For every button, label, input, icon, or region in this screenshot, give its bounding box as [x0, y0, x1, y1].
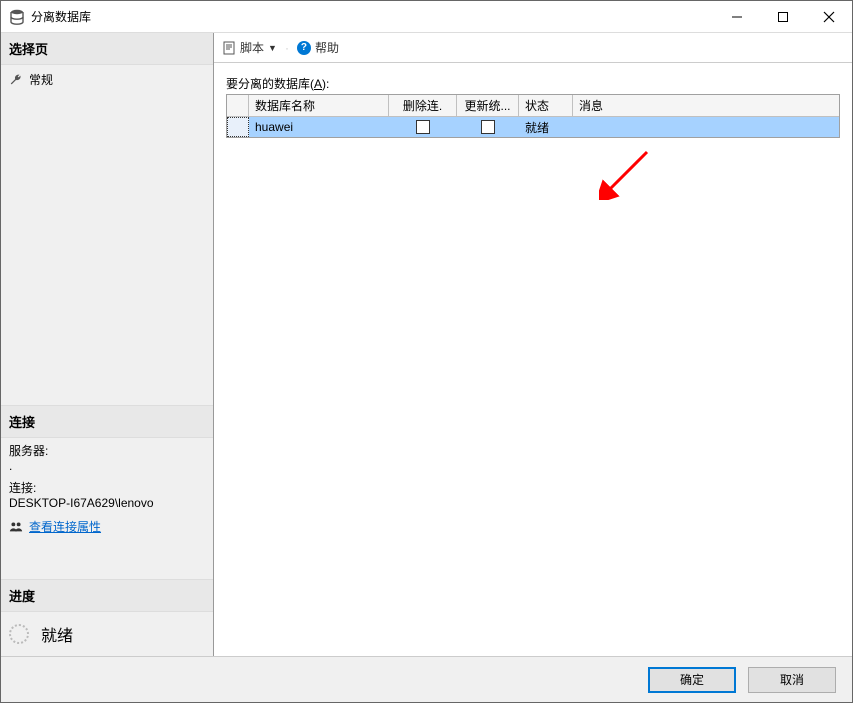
toolbar-separator: · — [285, 41, 289, 55]
sidebar-item-general[interactable]: 常规 — [9, 69, 205, 90]
section-label-pre: 要分离的数据库( — [226, 77, 314, 91]
sidebar-filler — [1, 94, 213, 405]
help-icon: ? — [297, 41, 311, 55]
progress-header: 进度 — [1, 579, 213, 612]
databases-grid: 数据库名称 删除连. 更新统... 状态 消息 huawei 就绪 — [226, 94, 840, 138]
cancel-button[interactable]: 取消 — [748, 667, 836, 693]
table-row[interactable]: huawei 就绪 — [227, 117, 839, 137]
content-area: 选择页 常规 连接 服务器: . 连接: DESKTOP-I67A629\len… — [1, 33, 852, 656]
script-dropdown-icon[interactable]: ▼ — [268, 43, 277, 53]
progress-spinner-icon — [9, 624, 29, 644]
close-button[interactable] — [806, 1, 852, 33]
window-title: 分离数据库 — [31, 8, 91, 25]
connection-header: 连接 — [1, 405, 213, 438]
select-page-header: 选择页 — [1, 33, 213, 65]
section-label-key: A — [314, 77, 322, 91]
cell-delete-conn — [389, 117, 457, 137]
connection-label: 连接: — [9, 479, 205, 496]
select-page-body: 常规 — [1, 65, 213, 94]
sidebar-gap — [1, 539, 213, 579]
connection-value: DESKTOP-I67A629\lenovo — [9, 496, 205, 510]
script-icon — [222, 41, 236, 55]
progress-status: 就绪 — [41, 622, 73, 646]
script-button[interactable]: 脚本 — [240, 39, 264, 56]
main-body: 要分离的数据库(A): 数据库名称 删除连. 更新统... 状态 消息 huaw… — [214, 63, 852, 656]
ok-button[interactable]: 确定 — [648, 667, 736, 693]
people-icon — [9, 520, 23, 534]
server-field: 服务器: . — [9, 442, 205, 473]
dialog-footer: 确定 取消 — [1, 656, 852, 702]
delete-conn-checkbox[interactable] — [416, 120, 430, 134]
cell-db-name: huawei — [249, 117, 389, 137]
row-header-cell — [227, 95, 249, 116]
row-selector[interactable] — [227, 117, 249, 137]
col-header-update-stat[interactable]: 更新统... — [457, 95, 519, 116]
annotation-arrow — [599, 150, 649, 200]
minimize-button[interactable] — [714, 1, 760, 33]
cell-message — [573, 117, 839, 137]
database-icon — [9, 9, 25, 25]
view-props-link[interactable]: 查看连接属性 — [29, 518, 101, 535]
sidebar: 选择页 常规 连接 服务器: . 连接: DESKTOP-I67A629\len… — [1, 33, 214, 656]
help-button[interactable]: 帮助 — [315, 39, 339, 56]
connection-body: 服务器: . 连接: DESKTOP-I67A629\lenovo 查看连接属性 — [1, 438, 213, 539]
server-label: 服务器: — [9, 442, 205, 459]
titlebar: 分离数据库 — [1, 1, 852, 33]
update-stat-checkbox[interactable] — [481, 120, 495, 134]
cell-update-stat — [457, 117, 519, 137]
maximize-button[interactable] — [760, 1, 806, 33]
col-header-message[interactable]: 消息 — [573, 95, 839, 116]
server-value: . — [9, 459, 205, 473]
main-panel: 脚本 ▼ · ? 帮助 要分离的数据库(A): 数据库名称 删除连. 更新统..… — [214, 33, 852, 656]
progress-row: 就绪 — [1, 612, 213, 656]
toolbar: 脚本 ▼ · ? 帮助 — [214, 33, 852, 63]
view-connection-properties[interactable]: 查看连接属性 — [9, 518, 205, 535]
wrench-icon — [9, 73, 23, 87]
col-header-delete-conn[interactable]: 删除连. — [389, 95, 457, 116]
grid-header-row: 数据库名称 删除连. 更新统... 状态 消息 — [227, 95, 839, 117]
col-header-name[interactable]: 数据库名称 — [249, 95, 389, 116]
grid-section-label: 要分离的数据库(A): — [226, 75, 840, 92]
cell-status: 就绪 — [519, 117, 573, 137]
col-header-status[interactable]: 状态 — [519, 95, 573, 116]
section-label-post: ): — [322, 77, 329, 91]
connection-field: 连接: DESKTOP-I67A629\lenovo — [9, 479, 205, 510]
sidebar-item-label: 常规 — [29, 71, 53, 88]
